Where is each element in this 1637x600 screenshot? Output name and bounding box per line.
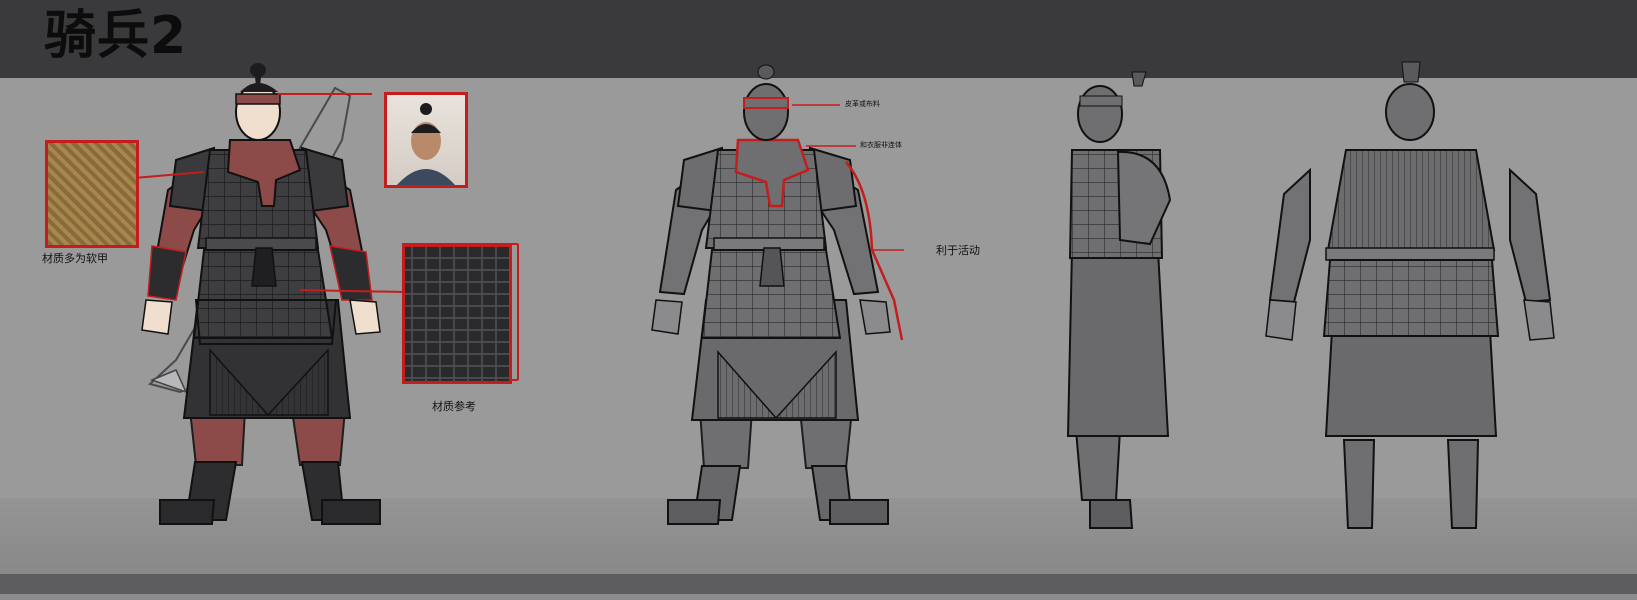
character-sheet-artwork (133, 61, 1555, 529)
portrait-illustration (397, 103, 455, 185)
figure-colored-front (141, 63, 381, 525)
soft-armor-label: 材质多为软甲 (42, 252, 108, 265)
armor-material-reference-photo (402, 244, 512, 384)
actor-reference-photo (384, 92, 468, 188)
ease-of-movement-label: 利于活动 (936, 244, 980, 257)
lamellar-plates (405, 247, 509, 381)
material-reference-label: 材质参考 (432, 400, 476, 413)
leather-or-cloth-label: 皮革或布料 (845, 100, 880, 108)
figure-back-view (1265, 61, 1555, 529)
figure-side-view (1066, 71, 1172, 529)
soft-armor-reference-photo (45, 140, 139, 248)
clothing-not-connected-label: 和衣服非连体 (860, 141, 902, 149)
figure-grey-front (651, 64, 904, 525)
